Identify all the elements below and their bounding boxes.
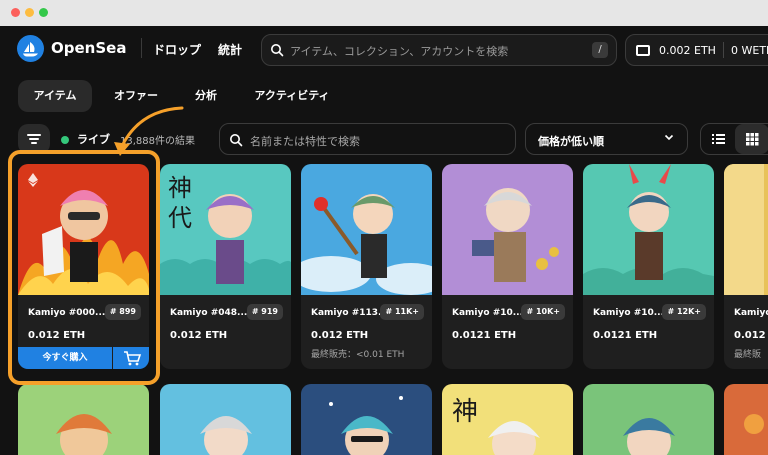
nft-name: Kamiyo #113... (311, 308, 389, 318)
nft-card[interactable]: 神 代 Kamiyo #048... # 919 0.012 ETH (160, 164, 291, 369)
close-window-button[interactable] (11, 8, 20, 17)
nft-price: 0.0121 ETH (452, 330, 517, 341)
nav-drops-link[interactable]: ドロップ (153, 41, 201, 58)
svg-text:神: 神 (452, 397, 478, 427)
nft-name: Kamiyo #048... (170, 308, 248, 318)
nav-stats-link[interactable]: 統計 (218, 41, 242, 58)
nft-card[interactable]: Kamiyo #10... # 10K+ 0.0121 ETH (442, 164, 573, 369)
search-icon (270, 42, 284, 61)
nft-image (583, 384, 714, 455)
rarity-badge: # 11K+ (380, 304, 424, 320)
top-header: OpenSea ドロップ 統計 アイテム、コレクション、アカウントを検索 / 0… (0, 26, 768, 72)
list-view-icon (712, 134, 725, 144)
nft-image[interactable] (442, 164, 573, 295)
chevron-down-icon (663, 131, 675, 146)
nft-image (18, 384, 149, 455)
last-sale-price: 最終販売：<0.01 ETH (311, 350, 405, 360)
nft-price: 0.0121 ETH (593, 330, 658, 341)
nft-name: Kamiyo #10... (452, 308, 524, 318)
brand-name[interactable]: OpenSea (51, 39, 126, 57)
weth-balance: 0 WETH (731, 44, 768, 57)
nft-card[interactable]: 神 (442, 384, 573, 455)
nft-image[interactable] (301, 164, 432, 295)
global-search-box[interactable]: アイテム、コレクション、アカウントを検索 / (261, 34, 617, 66)
svg-text:神: 神 (168, 174, 192, 202)
opensea-app: OpenSea ドロップ 統計 アイテム、コレクション、アカウントを検索 / 0… (0, 26, 768, 455)
global-search-placeholder: アイテム、コレクション、アカウントを検索 (290, 45, 509, 58)
nft-price: 0.012 ETH (311, 330, 369, 341)
tab-activity[interactable]: アクティビティ (244, 80, 340, 112)
filter-icon (27, 134, 41, 136)
view-mode-toggle (700, 123, 768, 155)
tab-items[interactable]: アイテム (18, 80, 92, 112)
nft-card[interactable] (18, 384, 149, 455)
grid-view-button[interactable] (735, 124, 768, 154)
nft-image (724, 384, 768, 455)
window-titlebar (0, 0, 768, 26)
rarity-badge: # 12K+ (662, 304, 706, 320)
trait-search-placeholder: 名前または特性で検索 (250, 135, 360, 148)
nft-card[interactable] (724, 384, 768, 455)
svg-text:代: 代 (168, 204, 192, 232)
sort-dropdown[interactable]: 価格が低い順 (525, 123, 688, 155)
nft-image (301, 384, 432, 455)
nft-image[interactable] (724, 164, 768, 295)
trait-search-box[interactable]: 名前または特性で検索 (219, 123, 516, 155)
nft-card[interactable] (301, 384, 432, 455)
live-status-dot (61, 136, 69, 144)
nft-card[interactable] (160, 384, 291, 455)
wallet-icon (636, 45, 650, 56)
nft-price: 0.012 (734, 330, 766, 341)
browser-window: OpenSea ドロップ 統計 アイテム、コレクション、アカウントを検索 / 0… (0, 0, 768, 455)
nft-image[interactable] (583, 164, 714, 295)
nft-card[interactable]: Kamiyo 0.012 最終販 (724, 164, 768, 369)
opensea-logo-icon[interactable] (17, 35, 44, 62)
rarity-badge: # 10K+ (521, 304, 565, 320)
sort-selected-value: 価格が低い順 (538, 135, 604, 148)
nft-image[interactable]: 神 代 (160, 164, 291, 295)
nft-card[interactable]: Kamiyo #113... # 11K+ 0.012 ETH 最終販売：<0.… (301, 164, 432, 369)
rarity-badge: # 919 (246, 304, 283, 320)
wallet-balance[interactable]: 0.002 ETH 0 WETH (625, 34, 768, 66)
maximize-window-button[interactable] (39, 8, 48, 17)
highlight-frame (8, 150, 160, 385)
nft-image: 神 (442, 384, 573, 455)
header-divider (141, 38, 142, 58)
nft-card[interactable]: Kamiyo #10... # 12K+ 0.0121 ETH (583, 164, 714, 369)
search-icon (229, 132, 243, 151)
eth-balance: 0.002 ETH (659, 44, 716, 57)
search-shortcut-key: / (592, 42, 608, 58)
nft-name: Kamiyo (734, 308, 768, 318)
nft-price: 0.012 ETH (170, 330, 228, 341)
pointer-arrow-icon (114, 106, 184, 156)
nft-name: Kamiyo #10... (593, 308, 665, 318)
grid-view-icon (746, 133, 759, 146)
list-view-button[interactable] (701, 124, 735, 154)
wallet-divider (723, 42, 724, 58)
last-sale-price: 最終販 (734, 350, 762, 360)
nft-card[interactable] (583, 384, 714, 455)
nft-image (160, 384, 291, 455)
minimize-window-button[interactable] (25, 8, 34, 17)
